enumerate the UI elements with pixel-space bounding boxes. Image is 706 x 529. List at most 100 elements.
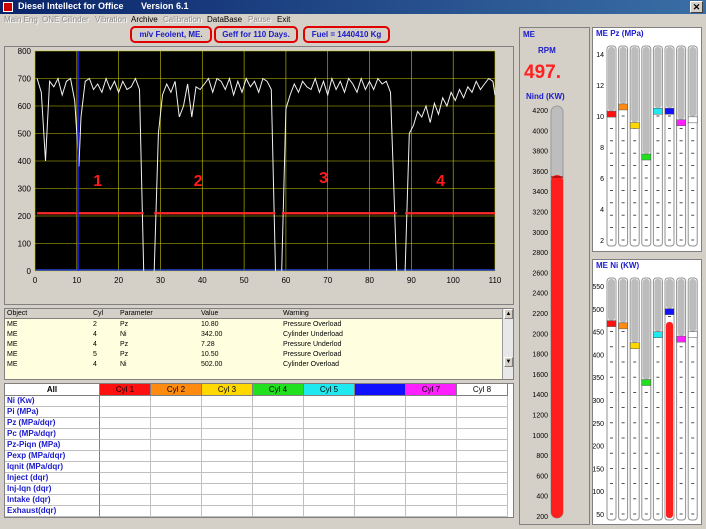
menu-one-cilinder[interactable]: ONE Cilinder: [42, 15, 89, 24]
param-row-label[interactable]: Pc (MPa/dqr): [5, 429, 100, 440]
menu-main-eng[interactable]: Main Eng: [4, 15, 38, 24]
param-cell: [100, 440, 151, 451]
cyl-8-header[interactable]: Cyl 8: [457, 384, 508, 396]
menu-archive[interactable]: Archive: [131, 15, 158, 24]
close-button[interactable]: ✕: [690, 1, 703, 13]
menu-database[interactable]: DataBase: [207, 15, 242, 24]
cyl-3-header[interactable]: Cyl 3: [202, 384, 253, 396]
warning-cell-object: ME: [7, 361, 18, 368]
param-cell: [202, 506, 253, 517]
warning-cell-cyl: 4: [93, 341, 97, 348]
cyl-8-gauge-fill: [689, 279, 697, 332]
param-row-label[interactable]: Pz (MPa/dqr): [5, 418, 100, 429]
warning-cell-cyl: 4: [93, 361, 97, 368]
cyl-2-header[interactable]: Cyl 2: [151, 384, 202, 396]
warning-cell-parameter: Pz: [120, 351, 129, 358]
param-cell: [457, 440, 508, 451]
warning-list[interactable]: Object Cyl Parameter Value Warning ME 2 Pz…: [4, 308, 514, 380]
warning-cell-parameter: Ni: [120, 361, 127, 368]
param-row-label[interactable]: Exhaust(dqr): [5, 506, 100, 517]
col-warning[interactable]: Warning: [283, 309, 309, 319]
param-row-label[interactable]: Inject (dqr): [5, 473, 100, 484]
me-scale-label: 4200: [532, 108, 548, 115]
warning-cell-object: ME: [7, 351, 18, 358]
param-cell: [304, 473, 355, 484]
x-tick-label: 100: [447, 276, 461, 285]
me-scale-label: 1400: [532, 392, 548, 399]
warning-cell-value: 7.28: [201, 341, 215, 348]
param-row-label[interactable]: Pz-Piqn (MPa): [5, 440, 100, 451]
param-cell: [100, 451, 151, 462]
pressure-chart[interactable]: 0 10 20 30 40 50 60 70 80 90 100 110 0 100 200 300 400 50…: [4, 46, 514, 305]
cyl-1-header[interactable]: Cyl 1: [100, 384, 151, 396]
param-cell: [100, 484, 151, 495]
param-cell: [355, 484, 406, 495]
param-cell: [355, 440, 406, 451]
pz-svg-scale-label: 10: [596, 114, 604, 121]
warning-list-scrollbar[interactable]: ▲ ▼: [502, 309, 513, 379]
pz-svg-scale-label: 4: [600, 207, 604, 214]
warning-row[interactable]: ME 5 Pz 10.50 Pressure Overload: [5, 350, 503, 360]
param-cell: [457, 396, 508, 407]
ni-svg-scale-label: 250: [593, 421, 604, 428]
cyl-8-marker: [687, 116, 698, 124]
param-cell: [304, 440, 355, 451]
param-cell: [100, 506, 151, 517]
ni-svg-scale-label: 300: [593, 398, 604, 405]
param-cell: [406, 429, 457, 440]
cyl-5-header[interactable]: Cyl 5: [304, 384, 355, 396]
param-cell: [151, 462, 202, 473]
y-tick-label: 400: [18, 157, 32, 166]
col-value[interactable]: Value: [201, 309, 218, 319]
cyl-6-header[interactable]: Cyl 6: [355, 384, 406, 396]
param-cell: [406, 473, 457, 484]
param-row-label[interactable]: Ni (Kw): [5, 396, 100, 407]
scroll-up-icon[interactable]: ▲: [504, 309, 513, 319]
col-object[interactable]: Object: [7, 309, 27, 319]
scroll-down-icon[interactable]: ▼: [504, 357, 513, 367]
chart-svg: 0 10 20 30 40 50 60 70 80 90 100 110 0 100 200 300 400 50…: [18, 47, 502, 285]
param-cell: [457, 473, 508, 484]
warning-cell-object: ME: [7, 341, 18, 348]
param-row-label[interactable]: Pexp (MPa/dqr): [5, 451, 100, 462]
param-row-label[interactable]: Inj-Iqn (dqr): [5, 484, 100, 495]
col-parameter[interactable]: Parameter: [120, 309, 153, 319]
me-scale-label: 400: [536, 494, 548, 501]
ni-svg-scale-label: 200: [593, 444, 604, 451]
me-scale-label: 3200: [532, 210, 548, 217]
nind-label: Nind (KW): [526, 92, 565, 101]
cyl-1-gauge-fill: [608, 279, 615, 321]
x-tick-label: 110: [489, 276, 502, 285]
cyl-7-header[interactable]: Cyl 7: [406, 384, 457, 396]
menu-exit[interactable]: Exit: [277, 15, 290, 24]
ni-svg-scale-label: 350: [593, 375, 604, 382]
pz-svg-scale-label: 6: [600, 176, 604, 183]
col-cyl[interactable]: Cyl: [93, 309, 103, 319]
menu-vibration[interactable]: Vibration: [95, 15, 126, 24]
param-row-label[interactable]: Pi (MPa): [5, 407, 100, 418]
param-cell: [355, 462, 406, 473]
param-row-label[interactable]: Iqnit (MPa/dqr): [5, 462, 100, 473]
cyl-4-header[interactable]: Cyl 4: [253, 384, 304, 396]
param-cell: [151, 396, 202, 407]
warning-cell-value: 502.00: [201, 361, 223, 368]
menu-pause[interactable]: Pause: [248, 15, 271, 24]
param-cell: [253, 396, 304, 407]
warning-row[interactable]: ME 2 Pz 10.80 Pressure Overload: [5, 320, 503, 330]
grid-all-header[interactable]: All: [5, 384, 100, 396]
param-row-label[interactable]: Intake (dqr): [5, 495, 100, 506]
warning-row[interactable]: ME 4 Ni 342.00 Cylinder Underload: [5, 330, 503, 340]
warning-row[interactable]: ME 4 Ni 502.00 Cylinder Overload: [5, 360, 503, 370]
pz-svg-scale-label: 14: [596, 52, 604, 59]
param-cell: [457, 484, 508, 495]
warning-row[interactable]: ME 4 Pz 7.28 Pressure Underlod: [5, 340, 503, 350]
ni-svg-scale-label: 450: [593, 330, 604, 337]
menu-calibration[interactable]: Calibration: [163, 15, 201, 24]
warning-cell-warning: Pressure Overload: [283, 351, 342, 358]
param-cell: [253, 407, 304, 418]
cyl-5-marker: [653, 107, 663, 115]
me-scale-label: 3600: [532, 169, 548, 176]
x-tick-label: 0: [33, 276, 38, 285]
cyl-6-marker: [664, 107, 675, 115]
x-tick-label: 10: [72, 276, 81, 285]
